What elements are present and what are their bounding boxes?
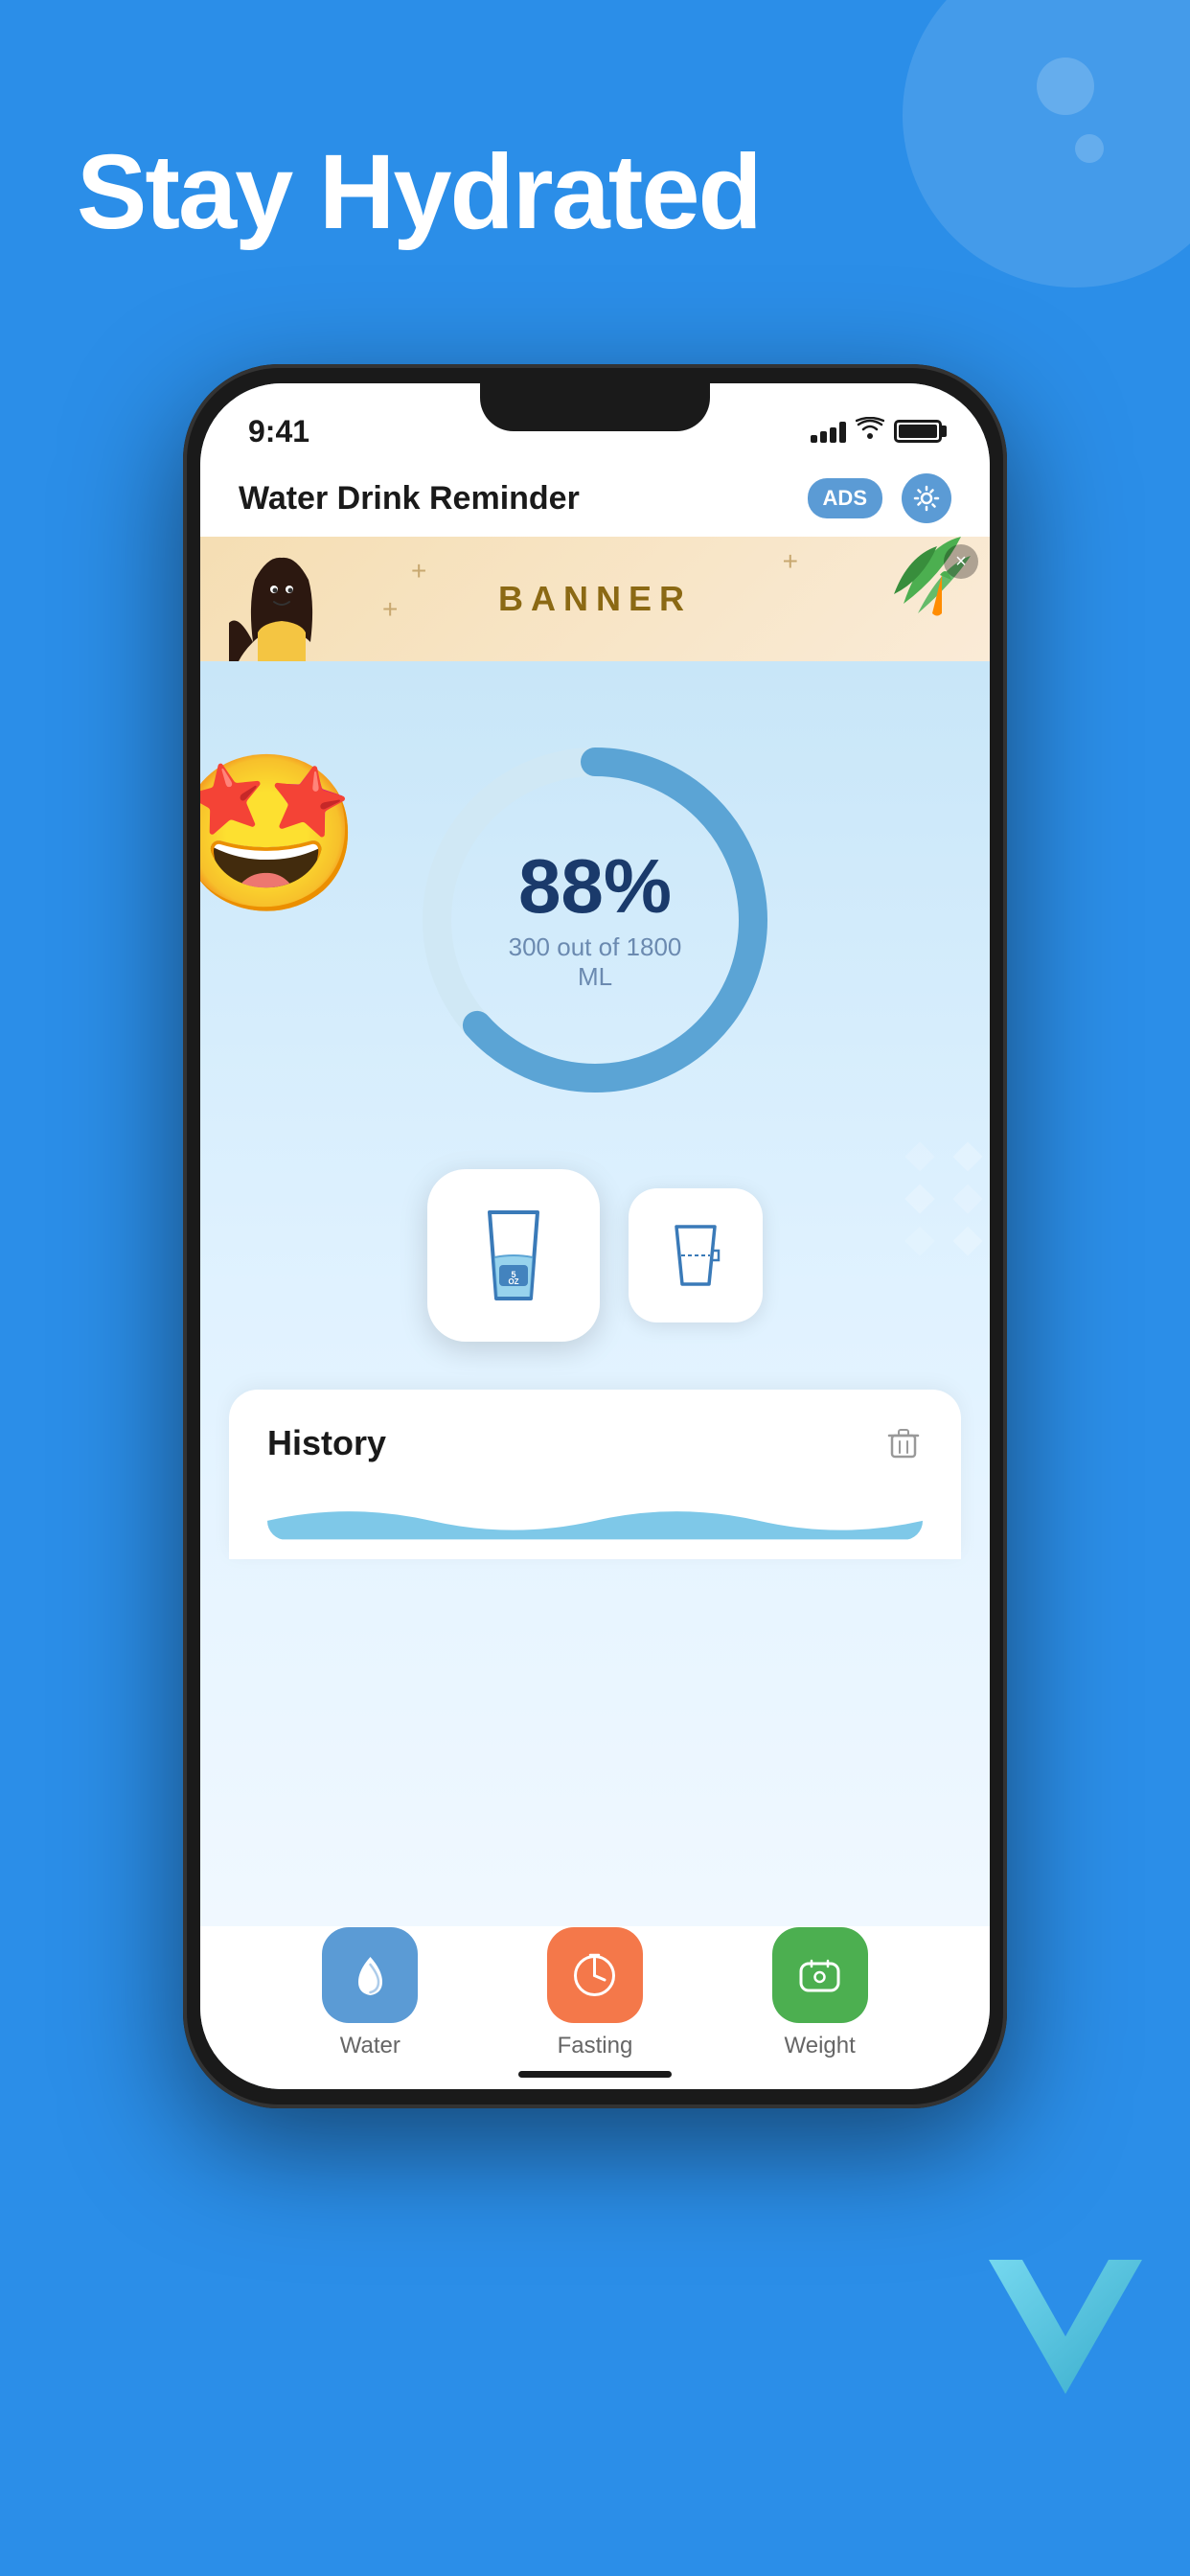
primary-drink-button[interactable]: 5 OZ bbox=[427, 1169, 600, 1342]
water-nav-icon bbox=[344, 1949, 397, 2002]
header-buttons: ADS bbox=[808, 473, 951, 523]
banner-plus-3: + bbox=[783, 546, 798, 577]
banner-text: BANNER bbox=[498, 579, 692, 619]
v-logo bbox=[970, 2241, 1161, 2432]
home-indicator bbox=[518, 2071, 672, 2078]
svg-text:OZ: OZ bbox=[508, 1277, 518, 1286]
bg-circle-tiny bbox=[1075, 134, 1104, 163]
weight-nav-icon-wrapper bbox=[772, 1927, 868, 2023]
fasting-nav-icon bbox=[568, 1949, 621, 2002]
phone-screen: 9:41 bbox=[200, 383, 990, 2089]
v-logo-svg bbox=[970, 2241, 1161, 2413]
delete-icon[interactable] bbox=[884, 1424, 923, 1462]
weight-nav-icon bbox=[793, 1949, 846, 2002]
nav-item-water[interactable]: Water bbox=[322, 1927, 418, 2059]
water-nav-icon-wrapper bbox=[322, 1927, 418, 2023]
banner-plus-2: + bbox=[382, 594, 398, 625]
bg-circle-large bbox=[903, 0, 1190, 288]
status-icons bbox=[811, 417, 942, 447]
progress-percentage: 88% bbox=[494, 848, 696, 925]
main-content: 🤩 bbox=[200, 661, 990, 1926]
banner-plus-1: + bbox=[411, 556, 426, 586]
nav-item-fasting[interactable]: Fasting bbox=[547, 1927, 643, 2059]
battery-icon bbox=[894, 420, 942, 443]
app-title: Water Drink Reminder bbox=[239, 480, 580, 518]
bg-circle-small bbox=[1037, 58, 1094, 115]
water-nav-label: Water bbox=[340, 2033, 400, 2059]
signal-icon bbox=[811, 420, 846, 443]
history-section: History bbox=[229, 1390, 961, 1559]
progress-text: 88% 300 out of 1800 ML bbox=[494, 848, 696, 992]
decorative-diamonds bbox=[904, 1140, 990, 1257]
emoji-container: 🤩 bbox=[200, 757, 363, 949]
banner-close-button[interactable]: × bbox=[944, 544, 978, 579]
history-title: History bbox=[267, 1423, 386, 1463]
status-time: 9:41 bbox=[248, 414, 309, 449]
bottom-nav: Water Fasting bbox=[200, 1926, 990, 2089]
fasting-nav-label: Fasting bbox=[558, 2033, 633, 2059]
history-wave bbox=[267, 1492, 923, 1540]
wifi-icon bbox=[856, 417, 884, 447]
phone-notch bbox=[480, 383, 710, 431]
main-title: Stay Hydrated bbox=[77, 134, 761, 250]
progress-ring: 88% 300 out of 1800 ML bbox=[394, 719, 796, 1121]
custom-drink-button[interactable] bbox=[629, 1188, 763, 1322]
fasting-nav-icon-wrapper bbox=[547, 1927, 643, 2023]
banner-girl bbox=[229, 546, 334, 661]
glass-icon-secondary bbox=[667, 1222, 724, 1289]
settings-button[interactable] bbox=[902, 473, 951, 523]
mood-emoji: 🤩 bbox=[200, 748, 362, 919]
weight-nav-label: Weight bbox=[785, 2033, 856, 2059]
phone-mockup: 9:41 bbox=[183, 364, 1007, 2108]
app-header: Water Drink Reminder ADS bbox=[200, 460, 990, 537]
ad-banner[interactable]: BANNER + + + × bbox=[200, 537, 990, 661]
bg-decoration bbox=[807, 0, 1190, 383]
glass-icon-primary: 5 OZ bbox=[475, 1208, 552, 1303]
progress-description: 300 out of 1800 ML bbox=[494, 932, 696, 992]
drink-buttons: 5 OZ bbox=[427, 1169, 763, 1342]
ads-button[interactable]: ADS bbox=[808, 478, 882, 518]
nav-item-weight[interactable]: Weight bbox=[772, 1927, 868, 2059]
phone-frame: 9:41 bbox=[183, 364, 1007, 2108]
